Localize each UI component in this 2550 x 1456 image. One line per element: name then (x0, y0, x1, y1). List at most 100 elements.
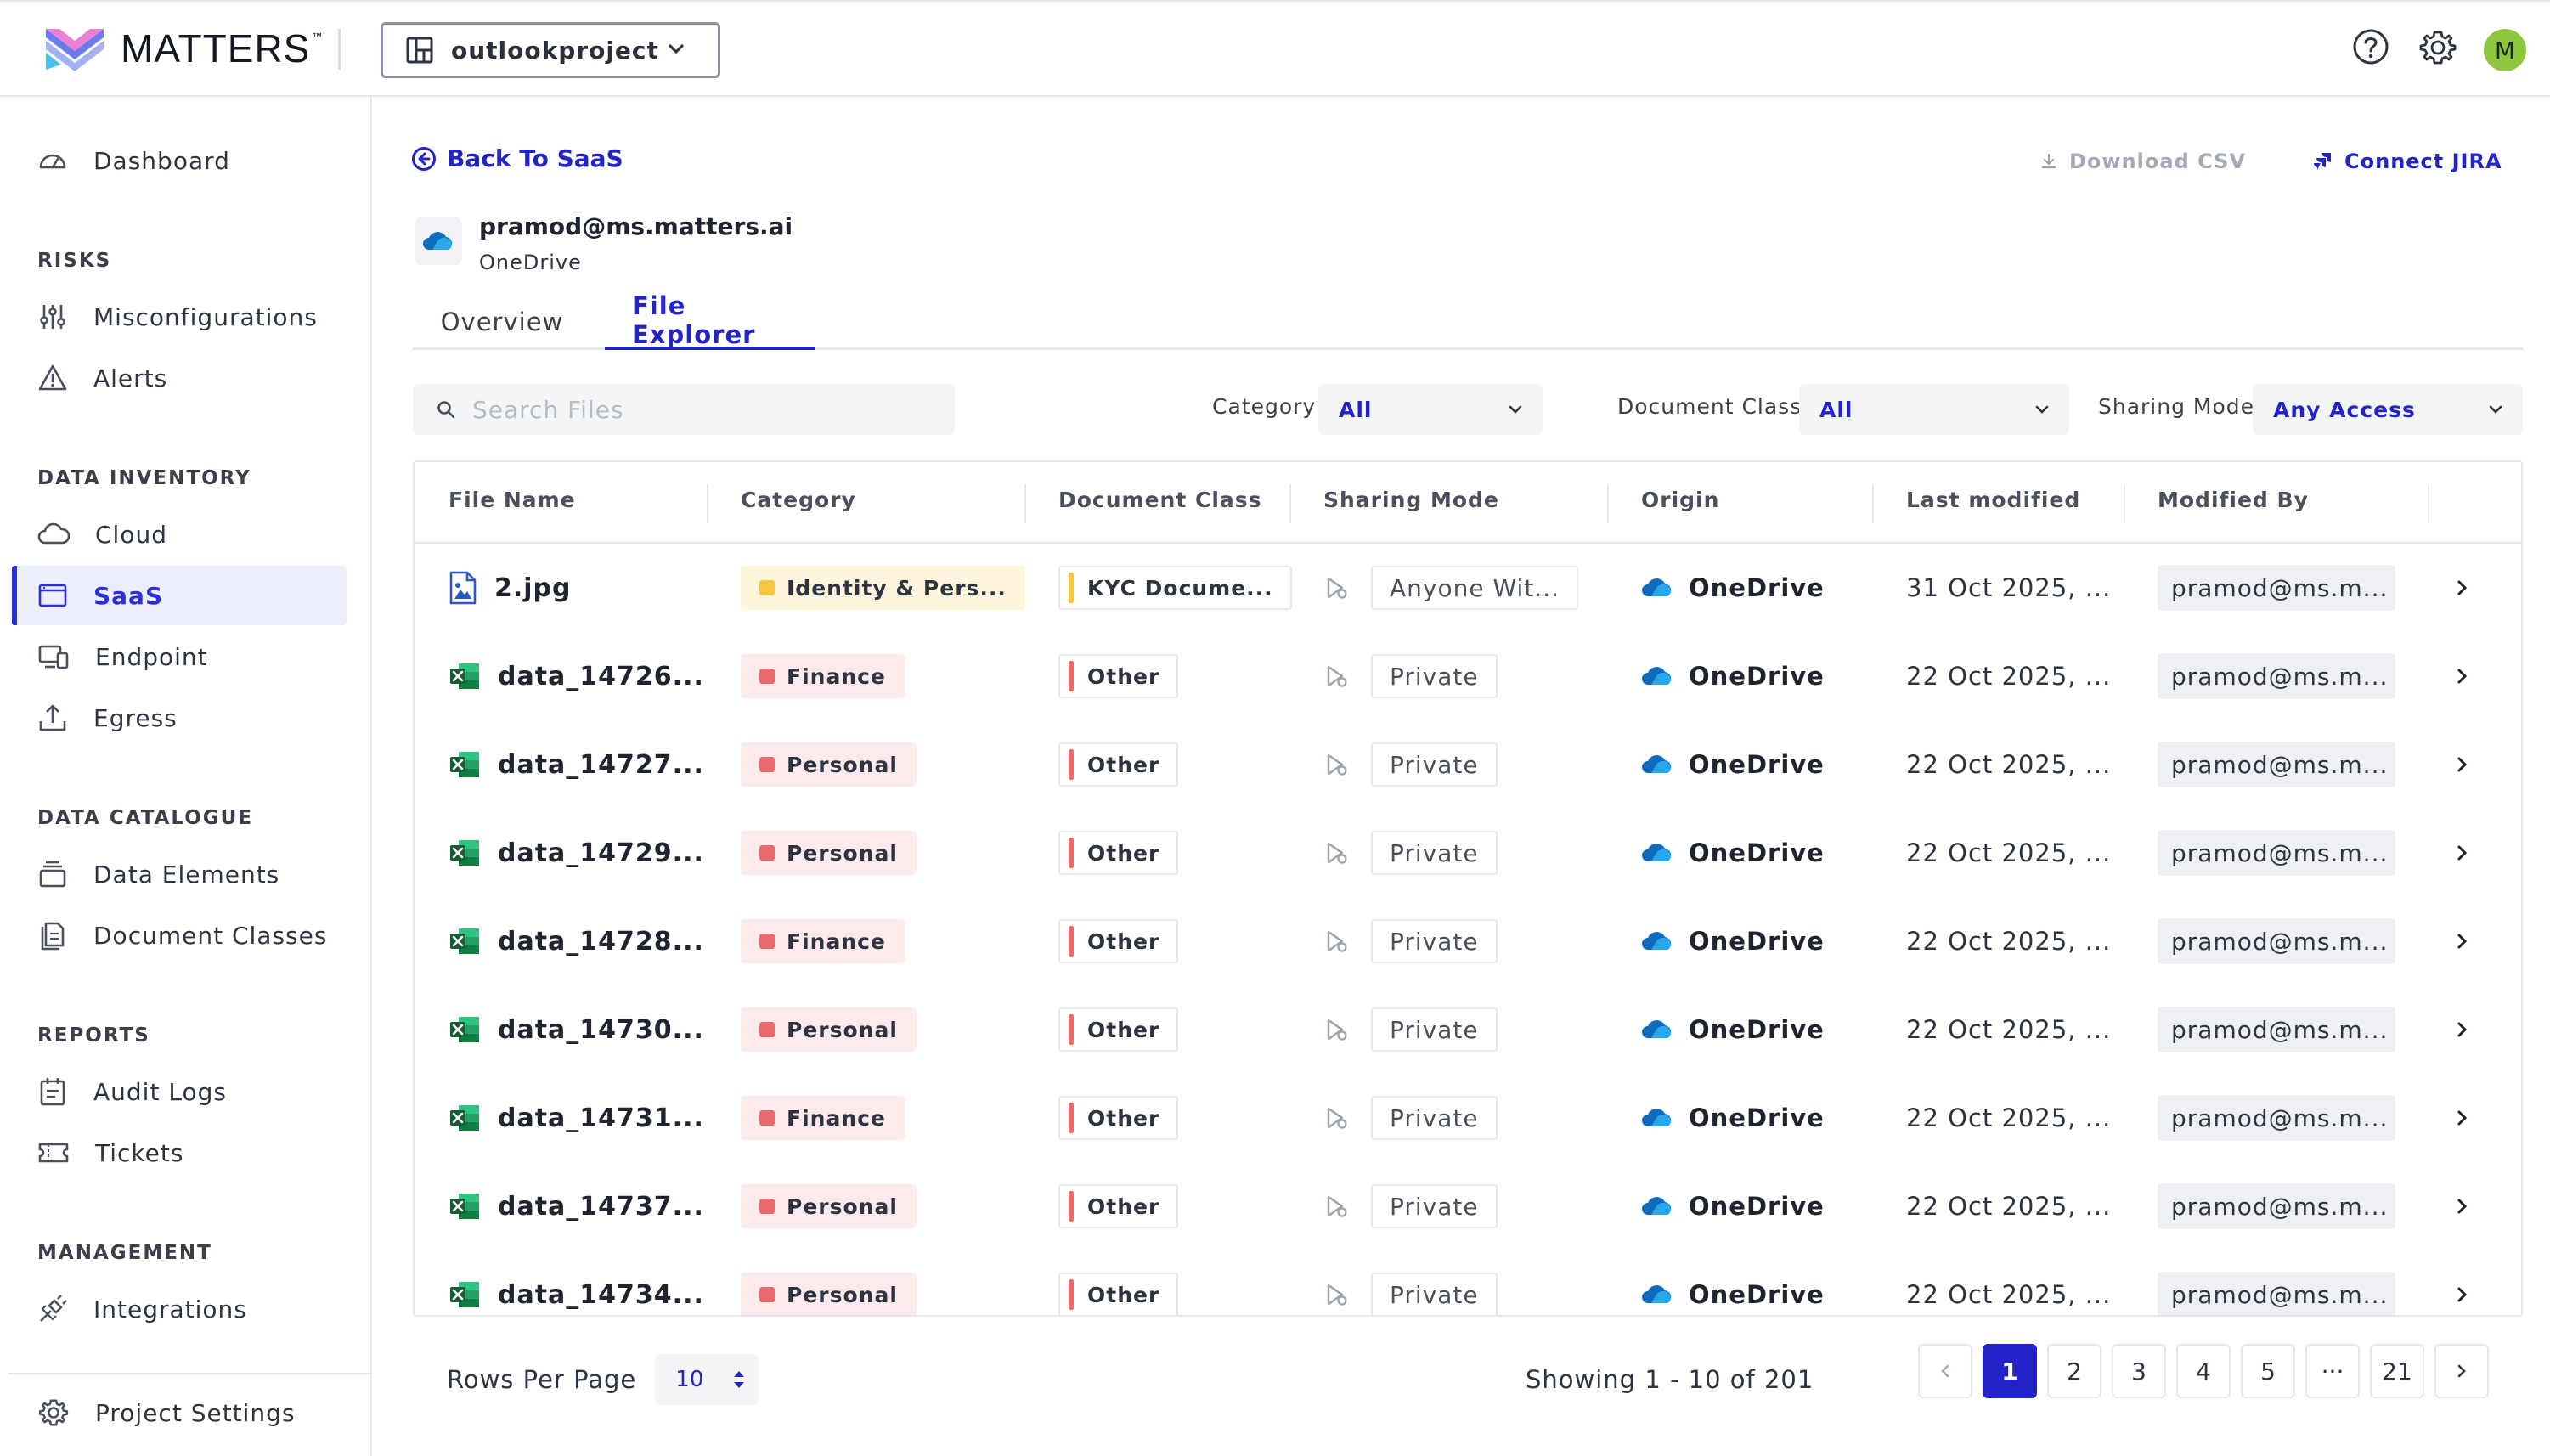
modified-by-badge: pramod@ms.m... (2158, 653, 2395, 699)
sidebar-item-dashboard[interactable]: Dashboard (12, 131, 347, 190)
sidebar: Dashboard RISKS Misconfigurations Alerts… (0, 97, 372, 1456)
table-row[interactable]: 2.jpg Identity & Pers... KYC Docume... Anyo… (415, 544, 2521, 632)
pagination-page-3[interactable]: 3 (2112, 1344, 2166, 1398)
user-avatar[interactable]: M (2484, 29, 2526, 71)
table-row[interactable]: data_14729... Personal Other Private OneDriv… (415, 809, 2521, 897)
chevron-down-icon (1509, 405, 1522, 414)
column-header-modified-by[interactable]: Modified By (2158, 488, 2309, 512)
project-selector[interactable]: outlookproject (381, 22, 720, 78)
sharing-mode-badge: Anyone Wit... (1371, 566, 1579, 610)
tab-file-explorer[interactable]: File Explorer (605, 291, 815, 350)
category-cell: Personal (741, 1162, 917, 1250)
category-filter-select[interactable]: All (1318, 384, 1543, 435)
document-class-label: Other (1087, 1105, 1160, 1131)
row-expand-button[interactable] (2445, 544, 2479, 632)
rows-per-page-select[interactable]: 10 (655, 1354, 759, 1405)
row-expand-button[interactable] (2445, 1250, 2479, 1315)
file-name-cell[interactable]: data_14727... (449, 720, 704, 809)
column-header-category[interactable]: Category (741, 488, 856, 512)
table-row[interactable]: data_14737... Personal Other Private OneDriv… (415, 1162, 2521, 1250)
file-name-cell[interactable]: data_14726... (449, 632, 704, 720)
category-cell: Personal (741, 1250, 917, 1315)
brand-logo[interactable]: MATTERS ™ (42, 25, 323, 71)
download-csv-button[interactable]: Download CSV (2040, 150, 2246, 173)
sidebar-item-tickets[interactable]: Tickets (12, 1123, 347, 1182)
sidebar-item-misconfigurations[interactable]: Misconfigurations (12, 287, 347, 347)
file-name-cell[interactable]: data_14731... (449, 1074, 704, 1162)
file-name-cell[interactable]: data_14729... (449, 809, 704, 897)
pagination-page-2[interactable]: 2 (2047, 1344, 2101, 1398)
file-name-cell[interactable]: data_14734... (449, 1250, 704, 1315)
category-cell: Personal (741, 809, 917, 897)
file-name-cell[interactable]: data_14737... (449, 1162, 704, 1250)
help-button[interactable] (2351, 27, 2390, 66)
row-expand-button[interactable] (2445, 985, 2479, 1074)
search-files-field[interactable] (413, 384, 955, 435)
column-header-sharing-mode[interactable]: Sharing Mode (1323, 488, 1499, 512)
row-expand-button[interactable] (2445, 897, 2479, 985)
column-header-document-class[interactable]: Document Class (1058, 488, 1262, 512)
document-class-cell: Other (1058, 809, 1179, 897)
row-expand-button[interactable] (2445, 1074, 2479, 1162)
sidebar-item-label: SaaS (93, 581, 164, 610)
row-expand-button[interactable] (2445, 720, 2479, 809)
sidebar-item-label: Alerts (93, 364, 168, 392)
document-class-cell: Other (1058, 720, 1179, 809)
sidebar-item-project-settings[interactable]: Project Settings (12, 1383, 347, 1442)
pagination-prev-button[interactable] (1918, 1344, 1972, 1398)
back-to-saas-link[interactable]: Back To SaaS (411, 144, 623, 172)
pagination-page-21[interactable]: 21 (2370, 1344, 2424, 1398)
sidebar-item-label: Tickets (95, 1138, 184, 1167)
file-name-cell[interactable]: data_14730... (449, 985, 704, 1074)
back-link-label: Back To SaaS (447, 144, 623, 172)
sidebar-item-egress[interactable]: Egress (12, 688, 347, 748)
file-name-cell[interactable]: 2.jpg (449, 544, 572, 632)
category-color-swatch (759, 1287, 775, 1302)
file-name-cell[interactable]: data_14728... (449, 897, 704, 985)
category-color-swatch (759, 1199, 775, 1214)
search-input[interactable] (472, 395, 948, 424)
sidebar-item-data-elements[interactable]: Data Elements (12, 844, 347, 904)
connect-jira-button[interactable]: Connect JIRA (2312, 150, 2502, 173)
table-row[interactable]: data_14728... Finance Other Private OneDrive… (415, 897, 2521, 985)
document-class-label: KYC Docume... (1087, 575, 1273, 601)
sidebar-item-audit-logs[interactable]: Audit Logs (12, 1062, 347, 1121)
onedrive-icon (1642, 578, 1672, 596)
row-expand-button[interactable] (2445, 632, 2479, 720)
sidebar-item-cloud[interactable]: Cloud (12, 505, 347, 564)
pagination-page-1[interactable]: 1 (1983, 1344, 2037, 1398)
sidebar-item-alerts[interactable]: Alerts (12, 348, 347, 408)
pagination-page-5[interactable]: 5 (2241, 1344, 2295, 1398)
sidebar-item-document-classes[interactable]: Document Classes (12, 906, 347, 965)
table-row[interactable]: data_14731... Finance Other Private OneDrive… (415, 1074, 2521, 1162)
sidebar-item-label: Project Settings (95, 1398, 296, 1427)
document-class-label: Other (1087, 663, 1160, 689)
sidebar-item-endpoint[interactable]: Endpoint (12, 627, 347, 686)
document-class-cell: Other (1058, 1074, 1179, 1162)
document-class-filter-select[interactable]: All (1799, 384, 2069, 435)
column-header-file-name[interactable]: File Name (449, 488, 576, 512)
sharing-mode-filter-select[interactable]: Any Access (2253, 384, 2523, 435)
table-row[interactable]: data_14730... Personal Other Private OneDriv… (415, 985, 2521, 1074)
table-row[interactable]: data_14726... Finance Other Private OneDrive… (415, 632, 2521, 720)
pagination-next-button[interactable] (2434, 1344, 2489, 1398)
table-row[interactable]: data_14734... Personal Other Private OneDriv… (415, 1250, 2521, 1315)
connect-jira-label: Connect JIRA (2344, 150, 2502, 173)
pagination-page-4[interactable]: 4 (2176, 1344, 2231, 1398)
category-label: Personal (787, 840, 898, 866)
tab-overview[interactable]: Overview (413, 294, 591, 350)
row-expand-button[interactable] (2445, 1162, 2479, 1250)
row-expand-button[interactable] (2445, 809, 2479, 897)
sidebar-item-integrations[interactable]: Integrations (12, 1279, 347, 1339)
saas-window-icon (38, 584, 67, 607)
settings-button[interactable] (2417, 27, 2458, 68)
sidebar-item-saas[interactable]: SaaS (12, 566, 347, 625)
pagination-ellipsis[interactable]: ··· (2305, 1344, 2360, 1398)
share-arrow-icon (1327, 1107, 1347, 1129)
column-header-origin[interactable]: Origin (1641, 488, 1719, 512)
column-header-last-modified[interactable]: Last modified (1906, 488, 2080, 512)
calendar-log-icon (40, 1078, 65, 1106)
modified-by-cell: pramod@ms.m... (2158, 1162, 2395, 1250)
sort-arrows-icon (734, 1371, 745, 1388)
table-row[interactable]: data_14727... Personal Other Private OneDriv… (415, 720, 2521, 809)
